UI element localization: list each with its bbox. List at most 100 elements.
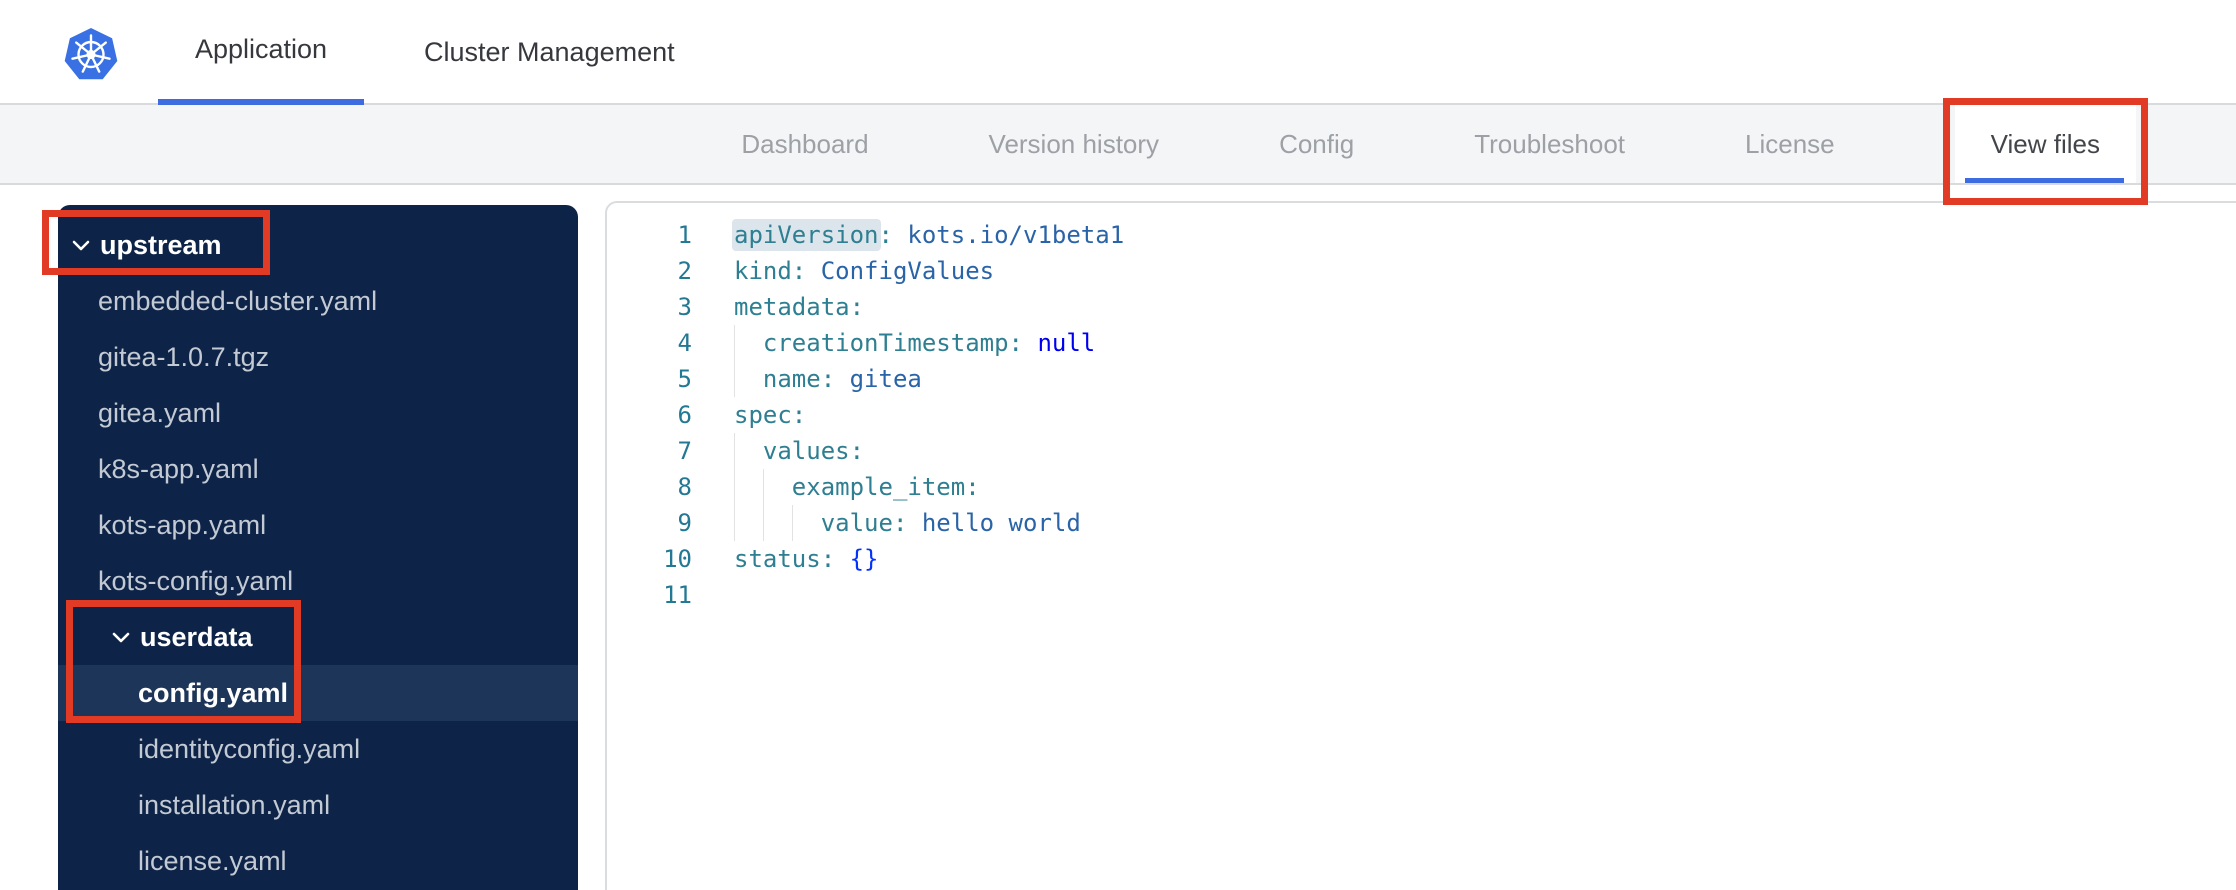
indent-guide	[762, 505, 764, 541]
tree-file-embedded-cluster.yaml[interactable]: embedded-cluster.yaml	[58, 273, 578, 329]
line-number: 10	[663, 545, 692, 573]
code-line: 3 metadata:	[607, 289, 2236, 325]
code-token: example_item:	[791, 473, 980, 501]
code-token: metadata:	[734, 293, 865, 321]
code-line-text: status: {}	[734, 541, 879, 577]
chevron-down-icon[interactable]	[72, 239, 90, 251]
code-line-text: value: hello world	[734, 505, 1081, 541]
tree-file-config.yaml[interactable]: config.yaml	[58, 665, 578, 721]
code-line-text: kind: ConfigValues	[734, 253, 994, 289]
subnav-item-label: License	[1745, 128, 1835, 159]
line-number: 6	[677, 401, 692, 429]
subnav-item-label: Config	[1279, 128, 1355, 159]
tree-file-identityconfig.yaml[interactable]: identityconfig.yaml	[58, 721, 578, 777]
tree-file-license.yaml[interactable]: license.yaml	[58, 833, 578, 889]
code-line: 8 example_item:	[607, 469, 2236, 505]
code-line: 1 apiVersion: kots.io/v1beta1	[607, 217, 2236, 253]
tree-file-label: gitea-1.0.7.tgz	[98, 341, 270, 372]
code-token: hello world	[921, 509, 1081, 537]
code-token: ConfigValues	[820, 257, 995, 285]
top-tab-label: Application	[194, 34, 328, 64]
code-line: 5 name: gitea	[607, 361, 2236, 397]
line-number: 8	[677, 473, 692, 501]
line-number: 7	[677, 437, 692, 465]
file-contents-editor[interactable]: 1 apiVersion: kots.io/v1beta1 2 kind: Confi…	[605, 201, 2236, 890]
subnav-item-label: View files	[1990, 128, 2100, 159]
indent-guide	[734, 361, 735, 397]
tree-file-label: kots-app.yaml	[98, 509, 267, 540]
tree-file-k8s-app.yaml[interactable]: k8s-app.yaml	[58, 441, 578, 497]
line-number: 3	[677, 293, 692, 321]
code-line-text: metadata:	[734, 289, 864, 325]
indent-guide	[734, 325, 735, 361]
top-tab-cluster-management[interactable]: Cluster Management	[396, 0, 703, 105]
code-token: creationTimestamp:	[762, 329, 1038, 357]
tree-file-label: embedded-cluster.yaml	[98, 285, 378, 316]
tree-file-kots-app.yaml[interactable]: kots-app.yaml	[58, 497, 578, 553]
subnav-item-troubleshoot[interactable]: Troubleshoot	[1474, 105, 1625, 183]
code-token: gitea	[849, 365, 922, 393]
code-line-text: spec:	[734, 397, 806, 433]
code-line-text: values:	[734, 433, 864, 469]
tree-file-label: gitea.yaml	[98, 397, 222, 428]
subnav-item-dashboard[interactable]: Dashboard	[741, 105, 868, 183]
code-token: kind:	[734, 257, 821, 285]
chevron-down-icon[interactable]	[112, 631, 130, 643]
app-subnav: Dashboard Version history Config Troublesho…	[0, 98, 2236, 205]
line-number: 2	[677, 257, 692, 285]
code-line-text: name: gitea	[734, 361, 922, 397]
subnav-item-view-files[interactable]: View files	[1942, 98, 2148, 205]
indent-guide	[762, 469, 764, 505]
tree-file-label: k8s-app.yaml	[98, 453, 259, 484]
subnav-item-config[interactable]: Config	[1279, 105, 1354, 183]
tree-folder-label: userdata	[140, 621, 253, 652]
file-tree-sidebar: upstream embedded-cluster.yaml gitea-1.0.7…	[42, 205, 578, 890]
subnav-item-license[interactable]: License	[1745, 105, 1835, 183]
code-token: {}	[849, 545, 879, 573]
code-token: :	[878, 221, 908, 249]
code-line-text: creationTimestamp: null	[734, 325, 1095, 361]
code-token: name:	[762, 365, 850, 393]
tree-file-kots-config.yaml[interactable]: kots-config.yaml	[58, 553, 578, 609]
tree-folder-userdata[interactable]: userdata	[58, 609, 578, 665]
code-line-text: apiVersion: kots.io/v1beta1	[734, 217, 1124, 253]
code-token: spec:	[734, 401, 807, 429]
tree-file-label: license.yaml	[138, 845, 287, 876]
code-token: values:	[762, 437, 865, 465]
kots-admin-console: Application Cluster Management Dashboard V…	[0, 0, 2236, 890]
tree-file-gitea-1.0.7.tgz[interactable]: gitea-1.0.7.tgz	[58, 329, 578, 385]
indent-guide	[734, 505, 735, 541]
line-number: 4	[677, 329, 692, 357]
tree-file-gitea.yaml[interactable]: gitea.yaml	[58, 385, 578, 441]
code-line-text: example_item:	[734, 469, 980, 505]
code-line: 10 status: {}	[607, 541, 2236, 577]
subnav-item-version-history[interactable]: Version history	[989, 105, 1160, 183]
indent-guide	[734, 469, 735, 505]
userdata-config-rows-wrap: userdata config.yaml	[58, 600, 578, 723]
top-tabs: Application Cluster Management	[158, 0, 703, 105]
line-number: 1	[677, 221, 692, 249]
line-number: 5	[677, 365, 692, 393]
tree-file-label: config.yaml	[138, 677, 289, 708]
code-token: null	[1037, 329, 1096, 357]
code-token: status:	[734, 545, 850, 573]
top-tab-application[interactable]: Application	[158, 0, 364, 105]
tree-folder-upstream[interactable]: upstream	[58, 217, 578, 273]
top-tab-label: Cluster Management	[424, 37, 675, 67]
subnav-item-label: Dashboard	[741, 128, 869, 159]
tree-file-label: kots-config.yaml	[98, 565, 294, 596]
line-number: 9	[677, 509, 692, 537]
subnav-item-label: Troubleshoot	[1474, 128, 1626, 159]
indent-guide	[734, 433, 735, 469]
code-line: 9 value: hello world	[607, 505, 2236, 541]
code-line: 11	[607, 577, 2236, 613]
upstream-folder-row-wrap: upstream	[42, 210, 578, 275]
subnav-item-label: Version history	[988, 128, 1160, 159]
tree-file-installation.yaml[interactable]: installation.yaml	[58, 777, 578, 833]
code-line: 4 creationTimestamp: null	[607, 325, 2236, 361]
kubernetes-logo-icon[interactable]	[64, 26, 118, 86]
